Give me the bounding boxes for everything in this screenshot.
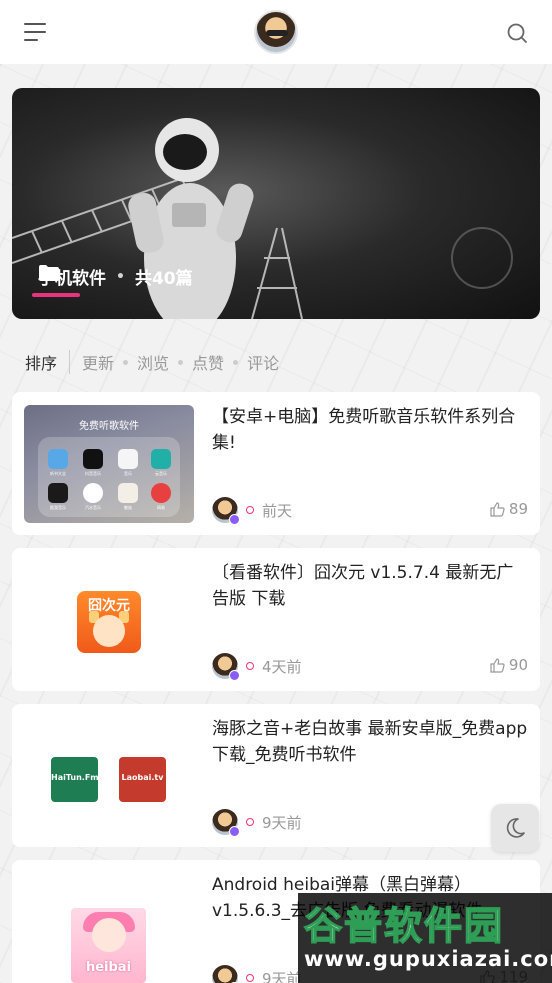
post-time: 9天前 [262, 969, 302, 983]
sort-option-views[interactable]: 浏览 [137, 350, 169, 374]
app-label: 听书大全 [50, 471, 66, 476]
author-avatar[interactable] [212, 965, 240, 983]
time-marker-icon [246, 506, 254, 514]
post-card[interactable]: 囧次元 〔看番软件〕囧次元 v1.5.7.4 最新无广告版 下载 4天前 90 [12, 548, 540, 691]
folder-icon [39, 265, 59, 281]
watermark-url: www.gupuxiazai.com [304, 947, 552, 971]
thumbs-up-icon [490, 501, 505, 517]
post-meta: 9天前 [212, 965, 302, 983]
haitun-logo: HaiTun.Fm [51, 757, 99, 802]
post-count: 共40篇 [134, 269, 193, 289]
app-folder: 听书大全 抖音音乐 音乐 云音乐 酷我音乐 汽水音乐 魅族 网易 [38, 437, 180, 517]
post-meta: 9天前 [212, 809, 302, 837]
app-label: 魅族 [124, 505, 132, 510]
watermark-brand: 谷普软件园 [303, 903, 505, 949]
sort-title: 排序 [25, 350, 71, 374]
banner-accent-bar [32, 293, 80, 297]
author-avatar[interactable] [212, 809, 240, 837]
laobai-logo: Laobai.tv [119, 757, 166, 802]
sort-divider-dot [178, 359, 184, 365]
category-banner: 手机软件 • 共40篇 [12, 88, 540, 319]
post-thumbnail[interactable]: 囧次元 [24, 561, 194, 679]
post-time: 9天前 [262, 813, 302, 832]
time-marker-icon [246, 662, 254, 670]
app-label: 抖音音乐 [85, 471, 101, 476]
author-avatar[interactable] [212, 497, 240, 525]
sort-option-likes[interactable]: 点赞 [192, 350, 224, 374]
sort-divider-dot [123, 359, 129, 365]
banner-separator: • [116, 268, 125, 285]
top-bar [0, 0, 552, 64]
like-count: 90 [508, 656, 528, 674]
post-thumbnail[interactable]: 免费听歌软件 听书大全 抖音音乐 音乐 云音乐 酷我音乐 汽水音乐 魅族 网易 [24, 405, 194, 523]
user-avatar[interactable] [254, 10, 298, 54]
logo-text: 囧次元 [88, 598, 130, 614]
like-count: 89 [508, 500, 528, 518]
post-thumbnail[interactable]: HaiTun.Fm Laobai.tv [24, 717, 194, 835]
post-title[interactable]: 〔看番软件〕囧次元 v1.5.7.4 最新无广告版 下载 [212, 560, 528, 612]
banner-label: 手机软件 • 共40篇 [38, 264, 193, 289]
heibai-logo: heibai [71, 908, 146, 983]
post-title[interactable]: 海豚之音+老白故事 最新安卓版_免费app下载_免费听书软件 [212, 716, 528, 768]
logo-text: Laobai.tv [121, 773, 164, 782]
sort-option-update[interactable]: 更新 [82, 350, 114, 374]
app-label: 音乐 [124, 471, 132, 476]
sort-divider-dot [233, 359, 239, 365]
menu-icon[interactable] [24, 22, 48, 42]
post-meta: 4天前 [212, 653, 302, 681]
post-time: 4天前 [262, 657, 302, 676]
app-label: 网易 [157, 505, 165, 510]
post-meta: 前天 [212, 497, 293, 525]
time-marker-icon [246, 818, 254, 826]
thumbnail-heading: 免费听歌软件 [79, 421, 139, 432]
post-title[interactable]: 【安卓+电脑】免费听歌音乐软件系列合集! [212, 404, 528, 456]
app-label: 云音乐 [155, 471, 167, 476]
like-button[interactable]: 89 [490, 500, 528, 518]
logo-text: HaiTun.Fm [51, 773, 99, 782]
moon-icon [506, 818, 525, 838]
sort-option-comments[interactable]: 评论 [247, 350, 279, 374]
author-avatar[interactable] [212, 653, 240, 681]
time-marker-icon [246, 974, 254, 982]
thumbs-up-icon [490, 657, 505, 673]
app-label: 汽水音乐 [85, 505, 101, 510]
post-time: 前天 [262, 501, 293, 520]
dark-mode-toggle[interactable] [491, 804, 539, 852]
like-button[interactable]: 90 [490, 656, 528, 674]
logo-text: heibai [85, 960, 132, 975]
site-watermark: 谷普软件园 www.gupuxiazai.com [298, 893, 552, 983]
post-thumbnail[interactable]: heibai [24, 873, 194, 983]
app-logo: 囧次元 [77, 591, 141, 653]
app-label: 酷我音乐 [50, 505, 66, 510]
sort-bar: 排序 更新 浏览 点赞 评论 [25, 350, 279, 374]
search-icon[interactable] [506, 22, 528, 44]
post-card[interactable]: 免费听歌软件 听书大全 抖音音乐 音乐 云音乐 酷我音乐 汽水音乐 魅族 网易 … [12, 392, 540, 535]
post-card[interactable]: HaiTun.Fm Laobai.tv 海豚之音+老白故事 最新安卓版_免费ap… [12, 704, 540, 847]
